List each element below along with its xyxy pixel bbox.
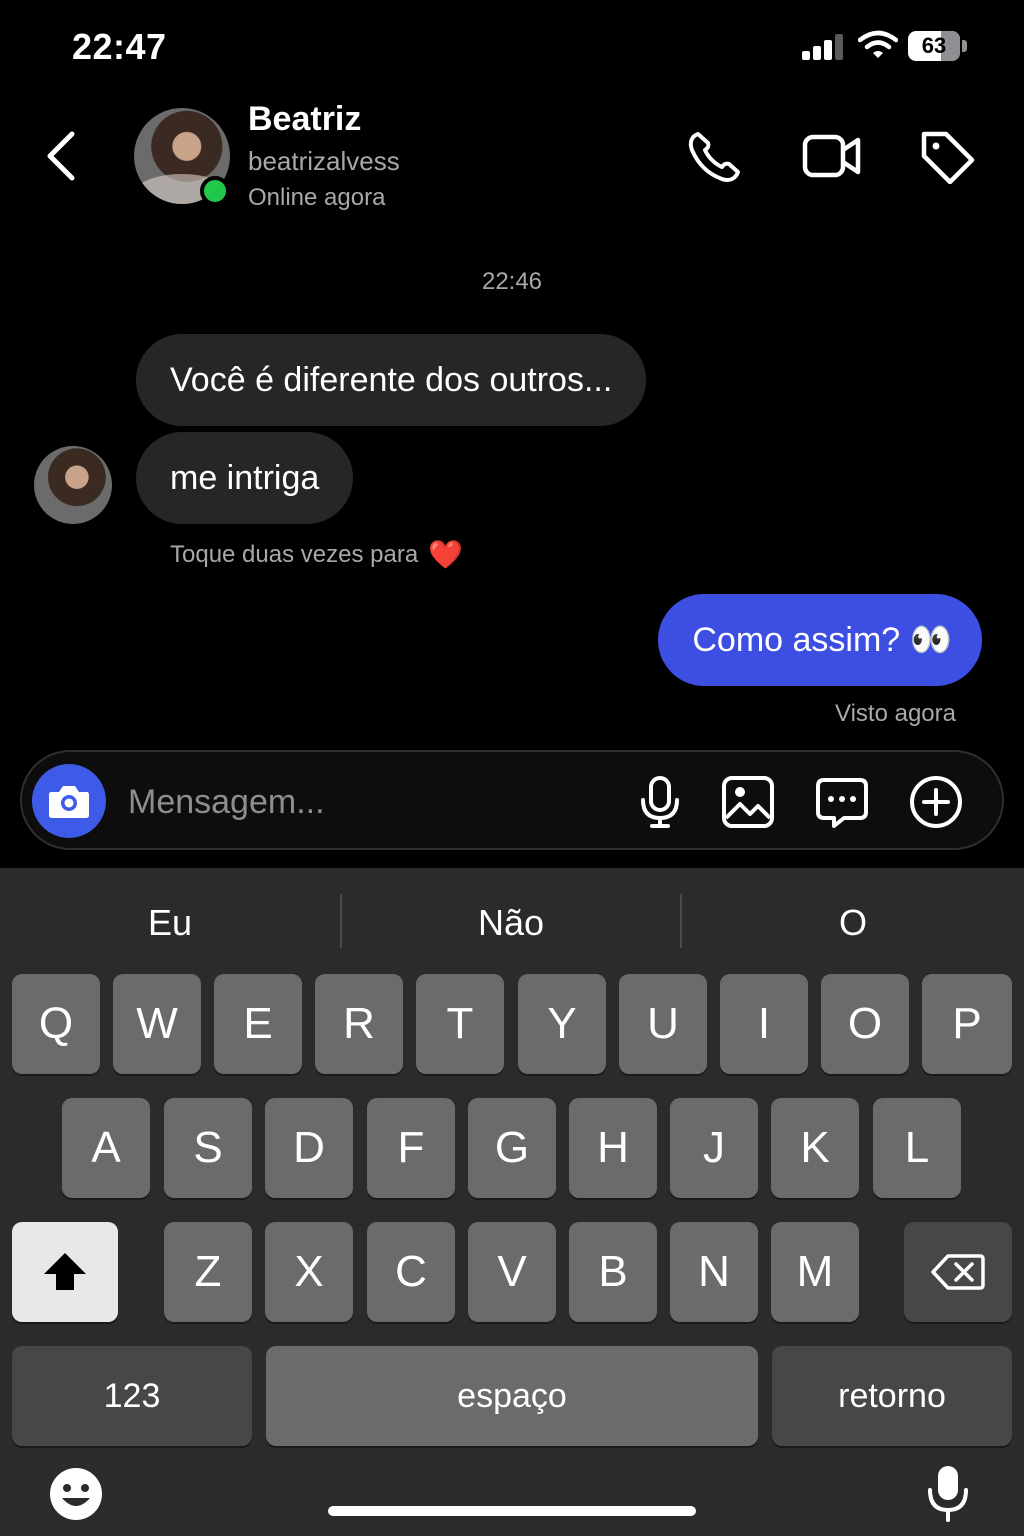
key-w[interactable]: W [113, 974, 201, 1074]
key-d[interactable]: D [265, 1098, 353, 1198]
key-i[interactable]: I [720, 974, 808, 1074]
key-c[interactable]: C [367, 1222, 455, 1322]
key-n[interactable]: N [670, 1222, 758, 1322]
message-input[interactable] [128, 776, 608, 828]
hint-text: Toque duas vezes para [170, 540, 419, 568]
return-key[interactable]: retorno [772, 1346, 1012, 1446]
sender-avatar[interactable] [34, 446, 112, 524]
battery-indicator: 63 [908, 31, 960, 61]
key-y[interactable]: Y [518, 974, 606, 1074]
status-time: 22:47 [72, 26, 167, 67]
outgoing-message[interactable]: Como assim? 👀 [658, 594, 982, 686]
shift-icon [44, 1253, 86, 1290]
suggestion-item[interactable]: Eu [0, 896, 340, 950]
tag-icon[interactable] [918, 128, 978, 184]
delete-key[interactable] [904, 1222, 1012, 1322]
video-icon[interactable] [802, 128, 862, 184]
key-f[interactable]: F [367, 1098, 455, 1198]
online-indicator [200, 176, 230, 206]
phone-icon[interactable] [684, 128, 744, 184]
camera-button[interactable] [32, 764, 106, 838]
home-indicator[interactable] [328, 1506, 696, 1516]
back-icon[interactable] [40, 128, 88, 184]
incoming-message[interactable]: me intriga [136, 432, 354, 524]
contact-status: Online agora [248, 184, 386, 211]
camera-icon [49, 786, 89, 818]
contact-name[interactable]: Beatriz [248, 100, 361, 139]
key-e[interactable]: E [214, 974, 302, 1074]
heart-icon: ❤️ [428, 539, 464, 570]
chat-header: Beatriz beatrizalvess Online agora [0, 92, 1024, 222]
key-z[interactable]: Z [164, 1222, 252, 1322]
key-t[interactable]: T [416, 974, 504, 1074]
battery-nub [962, 40, 967, 52]
keyboard: Eu Não O Q W E R T Y U I O P A S D F G H… [0, 868, 1024, 1536]
key-a[interactable]: A [62, 1098, 150, 1198]
key-m[interactable]: M [771, 1222, 859, 1322]
key-p[interactable]: P [922, 974, 1012, 1074]
space-key[interactable]: espaço [266, 1346, 758, 1446]
wifi-icon [858, 30, 898, 58]
dictation-icon[interactable] [922, 1462, 974, 1524]
suggestion-item[interactable]: O [682, 896, 1024, 950]
battery-level: 63 [921, 33, 947, 58]
key-r[interactable]: R [315, 974, 403, 1074]
seen-status: Visto agora [835, 700, 956, 727]
key-u[interactable]: U [619, 974, 707, 1074]
contact-username: beatrizalvess [248, 146, 400, 176]
key-s[interactable]: S [164, 1098, 252, 1198]
double-tap-hint: Toque duas vezes para ❤️ [170, 538, 463, 571]
numbers-key[interactable]: 123 [12, 1346, 252, 1446]
sticker-icon[interactable] [814, 774, 870, 830]
key-o[interactable]: O [821, 974, 909, 1074]
microphone-icon[interactable] [632, 774, 688, 830]
signal-icon [802, 34, 844, 60]
emoji-icon[interactable] [48, 1466, 104, 1522]
suggestion-item[interactable]: Não [342, 896, 680, 950]
key-h[interactable]: H [569, 1098, 657, 1198]
delete-icon [931, 1254, 985, 1290]
key-k[interactable]: K [771, 1098, 859, 1198]
key-g[interactable]: G [468, 1098, 556, 1198]
key-q[interactable]: Q [12, 974, 100, 1074]
status-bar: 22:47 63 [0, 0, 1024, 92]
key-b[interactable]: B [569, 1222, 657, 1322]
message-composer [20, 750, 1004, 850]
incoming-message[interactable]: Você é diferente dos outros... [136, 334, 647, 426]
shift-key[interactable] [12, 1222, 118, 1322]
chat-timestamp: 22:46 [481, 268, 543, 295]
key-l[interactable]: L [873, 1098, 961, 1198]
plus-icon[interactable] [908, 774, 964, 830]
gallery-icon[interactable] [720, 774, 776, 830]
key-j[interactable]: J [670, 1098, 758, 1198]
key-v[interactable]: V [468, 1222, 556, 1322]
key-x[interactable]: X [265, 1222, 353, 1322]
